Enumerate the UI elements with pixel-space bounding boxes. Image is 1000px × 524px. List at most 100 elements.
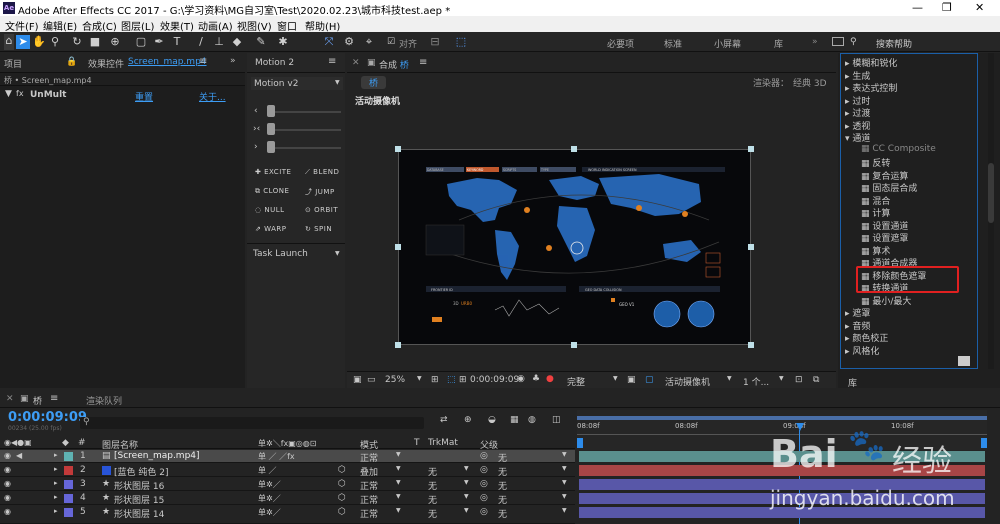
timeline-timecode[interactable]: 0:00:09:09 — [8, 410, 87, 425]
time-ruler[interactable]: 08:08f 08:08f 09:08f 10:08f — [577, 410, 987, 450]
layer-mode[interactable]: 正常 — [360, 479, 378, 492]
transform-handle[interactable] — [395, 244, 401, 250]
expand-arrow-icon[interactable]: ▸ — [54, 451, 58, 459]
layer-name[interactable]: 形状图层 16 — [114, 479, 164, 492]
timeline-menu-icon[interactable]: ≡ — [50, 393, 58, 404]
tab-motion[interactable]: Motion 2 — [255, 58, 294, 68]
slider-track-3[interactable] — [267, 147, 341, 149]
expand-arrow-icon[interactable]: ▸ — [54, 479, 58, 487]
effect-item[interactable]: ▦ 反转 — [861, 156, 890, 169]
workspace-library[interactable]: 库 — [774, 37, 783, 50]
effect-item[interactable]: ▦ 计算 — [861, 206, 890, 219]
chevron-down-icon[interactable]: ▼ — [727, 375, 732, 382]
transform-handle[interactable] — [748, 146, 754, 152]
panel-overflow-icon[interactable]: » — [230, 56, 236, 66]
layer-switches[interactable]: 单 ／ ／fx — [258, 451, 295, 462]
effects-folder[interactable]: ▸ 过渡 — [845, 106, 870, 119]
visibility-icon[interactable]: ◉ — [4, 507, 11, 516]
scroll-thumb[interactable] — [988, 163, 994, 223]
chevron-down-icon[interactable]: ▼ — [779, 375, 784, 382]
menu-edit[interactable]: 编辑(E) — [43, 18, 77, 33]
rectangle-tool-icon[interactable]: ▢ — [134, 35, 148, 49]
label-color[interactable] — [64, 480, 73, 489]
layer-row[interactable]: ◉ ▸ 2 [蓝色 纯色 2] 单 ／ ⬡ 叠加 ▼ 无 ▼ ◎ 无 ▼ — [0, 464, 575, 478]
camera-view-icon[interactable]: ▢ — [645, 375, 654, 385]
effects-folder[interactable]: ▸ 表达式控制 — [845, 81, 897, 94]
effects-folder[interactable]: ▸ 风格化 — [845, 344, 879, 357]
parent-pickwhip-icon[interactable]: ◎ — [480, 507, 488, 517]
transform-handle[interactable] — [748, 342, 754, 348]
puppet-tool-icon[interactable]: ✱ — [276, 35, 290, 49]
layer-parent[interactable]: 无 — [498, 451, 507, 464]
expand-arrow-icon[interactable]: ▸ — [54, 507, 58, 515]
clone-button[interactable]: ⧉ CLONE — [255, 187, 289, 196]
zoom-tool-icon[interactable]: ⚲ — [48, 35, 62, 49]
effects-folder-open[interactable]: ▾ 通道 — [845, 131, 870, 144]
clone-stamp-tool-icon[interactable]: ⊥ — [212, 35, 226, 49]
effects-folder[interactable]: ▸ 颜色校正 — [845, 331, 888, 344]
label-color[interactable] — [64, 494, 73, 503]
comp-menu-icon[interactable]: ≡ — [419, 57, 427, 68]
tab-render-queue[interactable]: 渲染队列 — [86, 394, 122, 407]
layer-parent[interactable]: 无 — [498, 479, 507, 492]
effects-folder[interactable]: ▸ 模糊和锐化 — [845, 56, 897, 69]
menu-effect[interactable]: 效果(T) — [160, 18, 194, 33]
tab-project[interactable]: 项目 — [4, 57, 22, 70]
layer-switches[interactable]: 单 ／ — [258, 465, 277, 476]
close-icon[interactable]: ✕ — [6, 394, 14, 404]
tab-library[interactable]: 库 — [848, 376, 857, 389]
transform-handle[interactable] — [395, 146, 401, 152]
menu-animation[interactable]: 动画(A) — [198, 18, 233, 33]
transform-handle[interactable] — [571, 146, 577, 152]
chevron-down-icon[interactable]: ▼ — [417, 375, 422, 382]
draft-3d-icon[interactable]: ⊕ — [464, 415, 472, 425]
motion-version-select[interactable]: Motion v2 ▼ — [251, 77, 343, 90]
work-area-start[interactable] — [577, 438, 583, 448]
view-axis-icon[interactable]: ⌖ — [362, 35, 376, 49]
reset-link[interactable]: 重置 — [135, 90, 153, 103]
resolution-icon[interactable]: ⊞ — [431, 375, 439, 385]
transform-handle[interactable] — [395, 342, 401, 348]
slider-track-2[interactable] — [267, 129, 341, 131]
comp-mini-flowchart-icon[interactable]: ⇄ — [440, 415, 448, 425]
3d-layer-icon[interactable]: ⬡ — [338, 479, 346, 489]
roto-brush-tool-icon[interactable]: ✎ — [254, 35, 268, 49]
task-launch-select[interactable]: Task Launch — [253, 249, 308, 259]
visibility-icon[interactable]: ◉ — [4, 451, 11, 460]
layer-name[interactable]: [Screen_map.mp4] — [114, 451, 200, 461]
work-area-bar[interactable] — [577, 416, 987, 420]
3d-layer-icon[interactable]: ⬡ — [338, 507, 346, 517]
effects-folder[interactable]: ▸ 遮罩 — [845, 306, 870, 319]
layer-switches[interactable]: 单✲／ — [258, 479, 281, 490]
chevron-down-icon[interactable]: ▼ — [562, 451, 567, 458]
chevron-down-icon[interactable]: ▼ — [396, 465, 401, 472]
effect-controls-file[interactable]: Screen_map.mp4 — [128, 57, 207, 67]
collapse-arrow-icon[interactable]: ▼ — [5, 89, 12, 99]
layer-parent[interactable]: 无 — [498, 493, 507, 506]
workspace-essentials[interactable]: 必要项 — [607, 37, 634, 50]
render-icon[interactable]: ⊡ — [795, 375, 803, 385]
slider-track-1[interactable] — [267, 111, 341, 113]
label-color[interactable] — [64, 452, 73, 461]
world-axis-icon[interactable]: ⚙ — [342, 35, 356, 49]
effect-item[interactable]: ▦ 设置遮罩 — [861, 231, 908, 244]
slider-thumb-2[interactable] — [267, 123, 275, 135]
slider-thumb-1[interactable] — [267, 105, 275, 117]
motion-menu-icon[interactable]: ≡ — [328, 56, 336, 67]
menu-view[interactable]: 视图(V) — [237, 18, 272, 33]
expand-arrow-icon[interactable]: ▸ — [54, 465, 58, 473]
comp-timecode[interactable]: 0:00:09:09 — [470, 375, 519, 385]
layer-mode[interactable]: 正常 — [360, 451, 378, 464]
trkmat-header[interactable]: TrkMat — [428, 438, 458, 448]
3d-layer-icon[interactable]: ⬡ — [338, 493, 346, 503]
label-color[interactable] — [64, 466, 73, 475]
snap-checkbox[interactable]: ☑ — [384, 35, 398, 49]
label-color[interactable] — [64, 508, 73, 517]
visibility-icon[interactable]: ◉ — [4, 493, 11, 502]
tab-composition[interactable]: 合成 桥 — [379, 58, 409, 71]
workspace-small-screen[interactable]: 小屏幕 — [714, 37, 741, 50]
local-axis-icon[interactable]: ⤧ — [322, 35, 336, 49]
brush-tool-icon[interactable]: / — [194, 35, 208, 49]
null-button[interactable]: ◌ NULL — [255, 206, 285, 214]
layer-name[interactable]: 形状图层 14 — [114, 507, 164, 520]
